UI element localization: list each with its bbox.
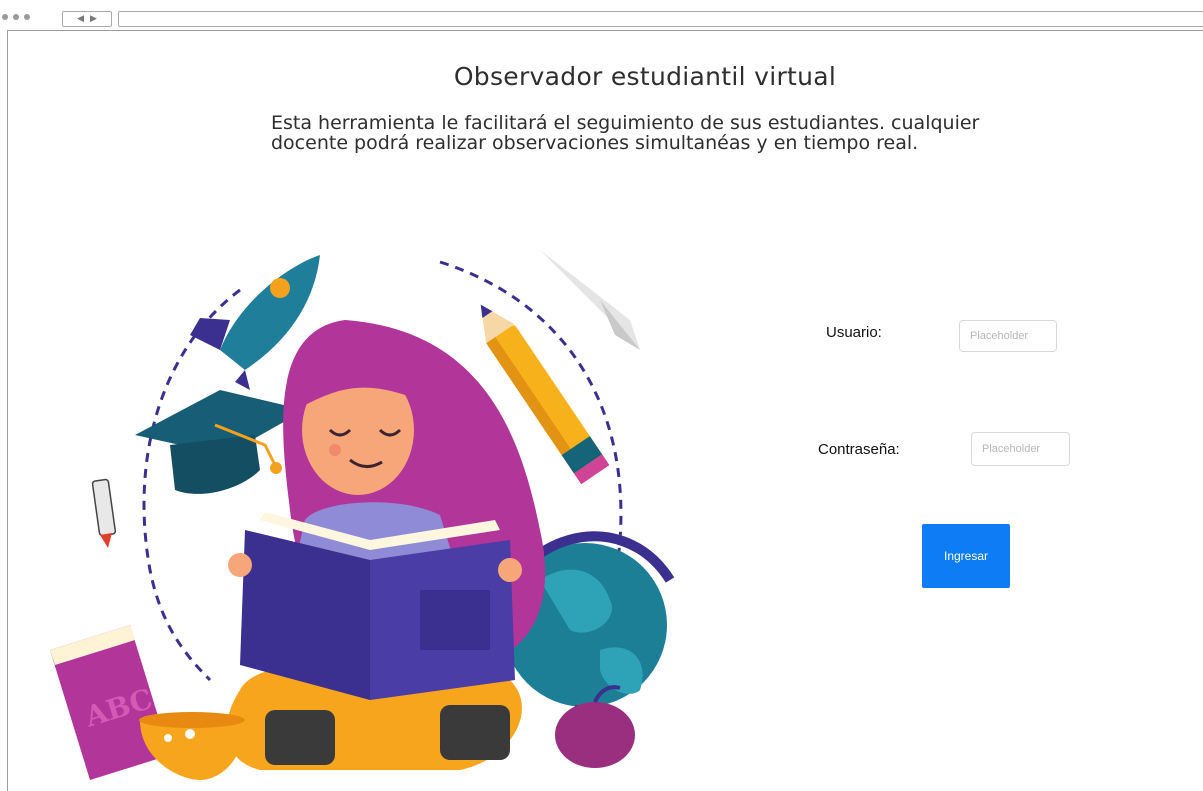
- login-button[interactable]: Ingresar: [922, 524, 1010, 588]
- password-input[interactable]: [971, 432, 1070, 466]
- address-bar[interactable]: [118, 11, 1203, 27]
- abc-book-icon: ABC: [50, 625, 170, 780]
- crayon-icon: [91, 478, 117, 548]
- minimize-dot-icon[interactable]: [13, 14, 19, 20]
- back-arrow-icon[interactable]: ◀: [77, 14, 84, 24]
- graduation-cap-icon: [135, 390, 305, 494]
- password-label: Contraseña:: [818, 441, 900, 458]
- maximize-dot-icon[interactable]: [24, 14, 30, 20]
- page-title: Observador estudiantil virtual: [453, 62, 837, 91]
- user-input[interactable]: [959, 320, 1057, 352]
- nav-buttons[interactable]: ◀ ▶: [62, 11, 112, 27]
- student-reading-illustration: ABC: [50, 250, 675, 780]
- window-controls[interactable]: [2, 14, 30, 20]
- page-description: Esta herramienta le facilitará el seguim…: [271, 112, 980, 154]
- forward-arrow-icon[interactable]: ▶: [90, 14, 97, 24]
- user-label: Usuario:: [826, 324, 882, 341]
- bowl-icon: [139, 712, 245, 780]
- close-dot-icon[interactable]: [2, 14, 8, 20]
